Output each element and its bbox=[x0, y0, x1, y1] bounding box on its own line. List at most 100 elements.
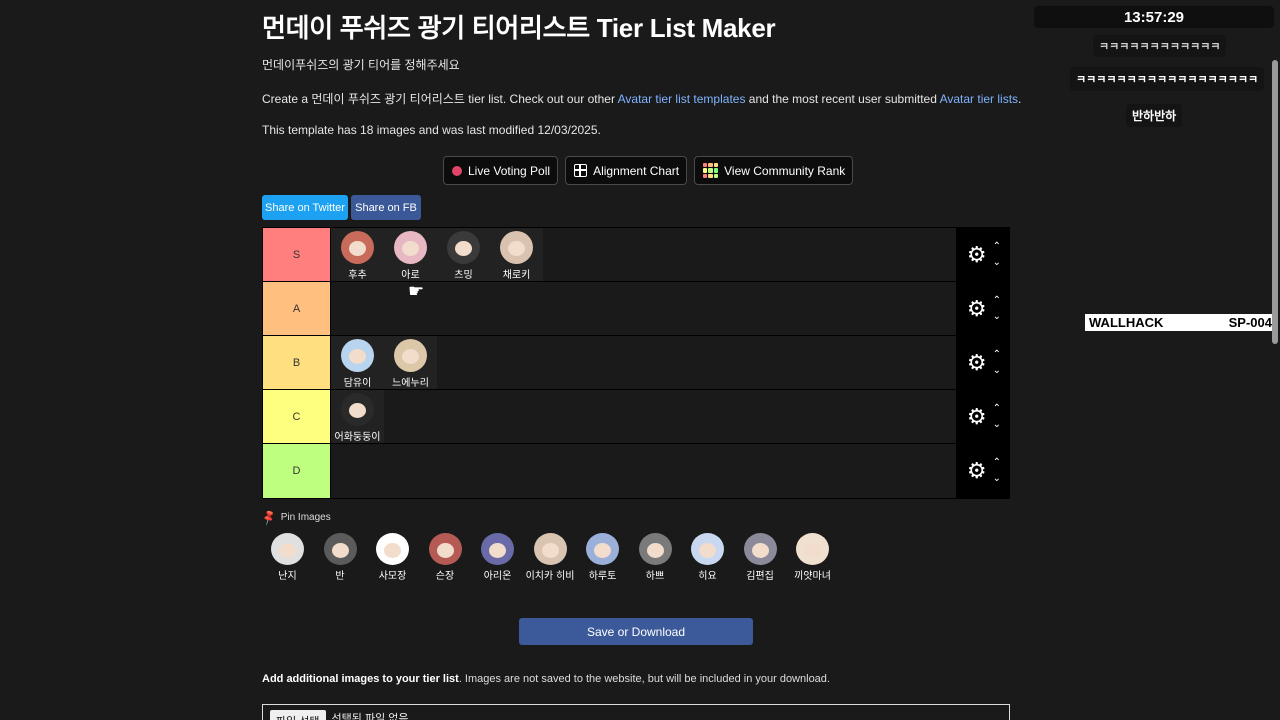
desc-text-3: . bbox=[1018, 92, 1022, 106]
file-upload-box: 파일 선택 선택된 파일 없음 bbox=[262, 704, 1010, 720]
tier-item[interactable]: 담유이 bbox=[331, 336, 384, 389]
page-title: 먼데이 푸쉬즈 광기 티어리스트 Tier List Maker bbox=[262, 13, 776, 43]
tier-item[interactable]: 후추 bbox=[331, 228, 384, 281]
alignment-chart-label: Alignment Chart bbox=[593, 163, 680, 178]
page-scrollbar[interactable] bbox=[1272, 60, 1278, 344]
tier-drop-zone[interactable]: 후추 아로 츠밍 채로키 bbox=[330, 228, 956, 281]
tier-item[interactable]: 사모장 bbox=[367, 529, 418, 582]
chevron-up-icon[interactable]: ⌃ bbox=[993, 403, 1001, 414]
tier-controls: ⚙ ⌃ ⌄ bbox=[956, 444, 1009, 498]
desc-text-1: Create a 먼데이 푸쉬즈 광기 티어리스트 tier list. Che… bbox=[262, 92, 618, 106]
gear-icon[interactable]: ⚙ bbox=[967, 243, 987, 266]
gear-icon[interactable]: ⚙ bbox=[967, 460, 987, 482]
tier-item[interactable]: 하쁘 bbox=[630, 529, 681, 582]
avatar bbox=[500, 231, 533, 264]
chevron-down-icon[interactable]: ⌄ bbox=[993, 311, 1001, 322]
tier-drop-zone[interactable]: 담유이 느에누리 bbox=[330, 336, 956, 389]
move-arrows: ⌃ ⌄ bbox=[993, 241, 1001, 268]
tier-item[interactable]: 채로키 bbox=[490, 228, 543, 281]
tier-item[interactable]: 히요 bbox=[682, 529, 733, 582]
item-name: 반 bbox=[335, 571, 345, 582]
chevron-down-icon[interactable]: ⌄ bbox=[993, 257, 1001, 268]
desc-text-2: and the most recent user submitted bbox=[745, 92, 940, 106]
gear-icon[interactable]: ⚙ bbox=[967, 351, 987, 374]
chevron-up-icon[interactable]: ⌃ bbox=[993, 295, 1001, 306]
pin-images-toggle[interactable]: 📌 Pin Images bbox=[260, 509, 331, 527]
tier-drop-zone[interactable] bbox=[330, 444, 956, 498]
avatar-tierlists-link[interactable]: Avatar tier lists bbox=[940, 92, 1018, 106]
tier-item[interactable]: 슨장 bbox=[420, 529, 471, 582]
item-name: 담유이 bbox=[343, 378, 372, 389]
gear-icon[interactable]: ⚙ bbox=[967, 297, 987, 320]
add-images-text: Add additional images to your tier list.… bbox=[262, 673, 830, 685]
alignment-chart-button[interactable]: Alignment Chart bbox=[565, 156, 688, 185]
move-arrows: ⌃ ⌄ bbox=[993, 295, 1001, 322]
move-arrows: ⌃ ⌄ bbox=[993, 403, 1001, 430]
gear-icon[interactable]: ⚙ bbox=[967, 405, 987, 428]
tier-item[interactable]: 김편집 bbox=[735, 529, 786, 582]
add-images-rest: . Images are not saved to the website, b… bbox=[458, 673, 830, 685]
live-voting-poll-button[interactable]: Live Voting Poll bbox=[443, 156, 559, 185]
overlay-chat-1: ㅋㅋㅋㅋㅋㅋㅋㅋㅋㅋㅋㅋ bbox=[1093, 35, 1227, 57]
item-name: 어화둥둥이 bbox=[334, 432, 381, 443]
item-name: 끼얏마녀 bbox=[794, 571, 831, 582]
tier-drop-zone[interactable]: 어화둥둥이 bbox=[330, 390, 956, 443]
tier-item[interactable]: 느에누리 bbox=[384, 336, 437, 389]
tier-item[interactable]: 난지 bbox=[262, 529, 313, 582]
view-community-rank-button[interactable]: View Community Rank bbox=[694, 156, 854, 185]
avatar bbox=[428, 533, 462, 565]
file-status: 선택된 파일 없음 bbox=[331, 713, 409, 720]
share-twitter-button[interactable]: Share on Twitter bbox=[262, 195, 348, 220]
tier-item[interactable]: 하루토 bbox=[577, 529, 628, 582]
grid-icon bbox=[574, 164, 588, 177]
template-meta: This template has 18 images and was last… bbox=[262, 123, 601, 137]
wallhack-banner: WALLHACK SP-004 bbox=[1085, 314, 1276, 331]
chevron-down-icon[interactable]: ⌄ bbox=[993, 419, 1001, 430]
overlay-chat-3: 반하반하 bbox=[1126, 104, 1183, 127]
cursor-icon: ☛ bbox=[408, 281, 425, 301]
tier-controls: ⚙ ⌃ ⌄ bbox=[956, 336, 1009, 389]
live-dot-icon bbox=[452, 165, 462, 176]
item-name: 하루토 bbox=[588, 571, 617, 582]
tier-item[interactable]: 반 bbox=[315, 529, 366, 582]
chevron-up-icon[interactable]: ⌃ bbox=[993, 349, 1001, 360]
avatar bbox=[638, 533, 672, 565]
chevron-up-icon[interactable]: ⌃ bbox=[993, 458, 1001, 468]
chevron-down-icon[interactable]: ⌄ bbox=[993, 365, 1001, 376]
tier-item[interactable]: 아로 bbox=[384, 228, 437, 281]
tier-row-b: B 담유이 느에누리 ⚙ ⌃ ⌄ bbox=[263, 336, 1009, 390]
tier-label[interactable]: S bbox=[263, 228, 330, 281]
share-fb-button[interactable]: Share on FB bbox=[351, 195, 421, 220]
avatar-templates-link[interactable]: Avatar tier list templates bbox=[618, 92, 746, 106]
choose-file-button[interactable]: 파일 선택 bbox=[270, 710, 326, 720]
add-images-bold: Add additional images to your tier list bbox=[262, 673, 459, 685]
pushpin-icon: 📌 bbox=[260, 509, 279, 527]
avatar bbox=[691, 533, 724, 565]
view-community-rank-label: View Community Rank bbox=[724, 163, 846, 178]
tier-row-c: C 어화둥둥이 ⚙ ⌃ ⌄ bbox=[263, 390, 1009, 444]
tier-label[interactable]: D bbox=[263, 444, 330, 498]
tier-label[interactable]: A bbox=[263, 282, 330, 335]
tier-label[interactable]: C bbox=[263, 390, 330, 443]
avatar bbox=[341, 339, 374, 372]
save-download-button[interactable]: Save or Download bbox=[519, 618, 753, 645]
wallhack-left: WALLHACK bbox=[1089, 315, 1164, 330]
avatar bbox=[341, 393, 374, 426]
image-bank: 난지 반 사모장 슨장 아리온 이치카 히비 하루토 하쁘 히요 김편집 끼얏마녀 bbox=[262, 529, 840, 582]
tier-item[interactable]: 아리온 bbox=[472, 529, 523, 582]
tier-row-d: D ⚙ ⌃ ⌄ bbox=[263, 444, 1009, 498]
chevron-up-icon[interactable]: ⌃ bbox=[993, 241, 1001, 252]
tier-item[interactable]: 이치카 히비 bbox=[525, 529, 576, 582]
tier-row-s: S 후추 아로 츠밍 채로키 ⚙ ⌃ ⌄ bbox=[263, 228, 1009, 282]
item-name: 느에누리 bbox=[392, 378, 429, 389]
avatar bbox=[533, 533, 567, 565]
tier-item[interactable]: 츠밍 bbox=[437, 228, 490, 281]
item-name: 아로 bbox=[401, 270, 420, 281]
tier-label[interactable]: B bbox=[263, 336, 330, 389]
avatar bbox=[341, 231, 374, 264]
tier-controls: ⚙ ⌃ ⌄ bbox=[956, 390, 1009, 443]
wallhack-right: SP-004 bbox=[1228, 315, 1272, 330]
tier-item[interactable]: 끼얏마녀 bbox=[787, 529, 838, 582]
chevron-down-icon[interactable]: ⌄ bbox=[993, 474, 1001, 484]
tier-item[interactable]: 어화둥둥이 bbox=[331, 390, 384, 443]
